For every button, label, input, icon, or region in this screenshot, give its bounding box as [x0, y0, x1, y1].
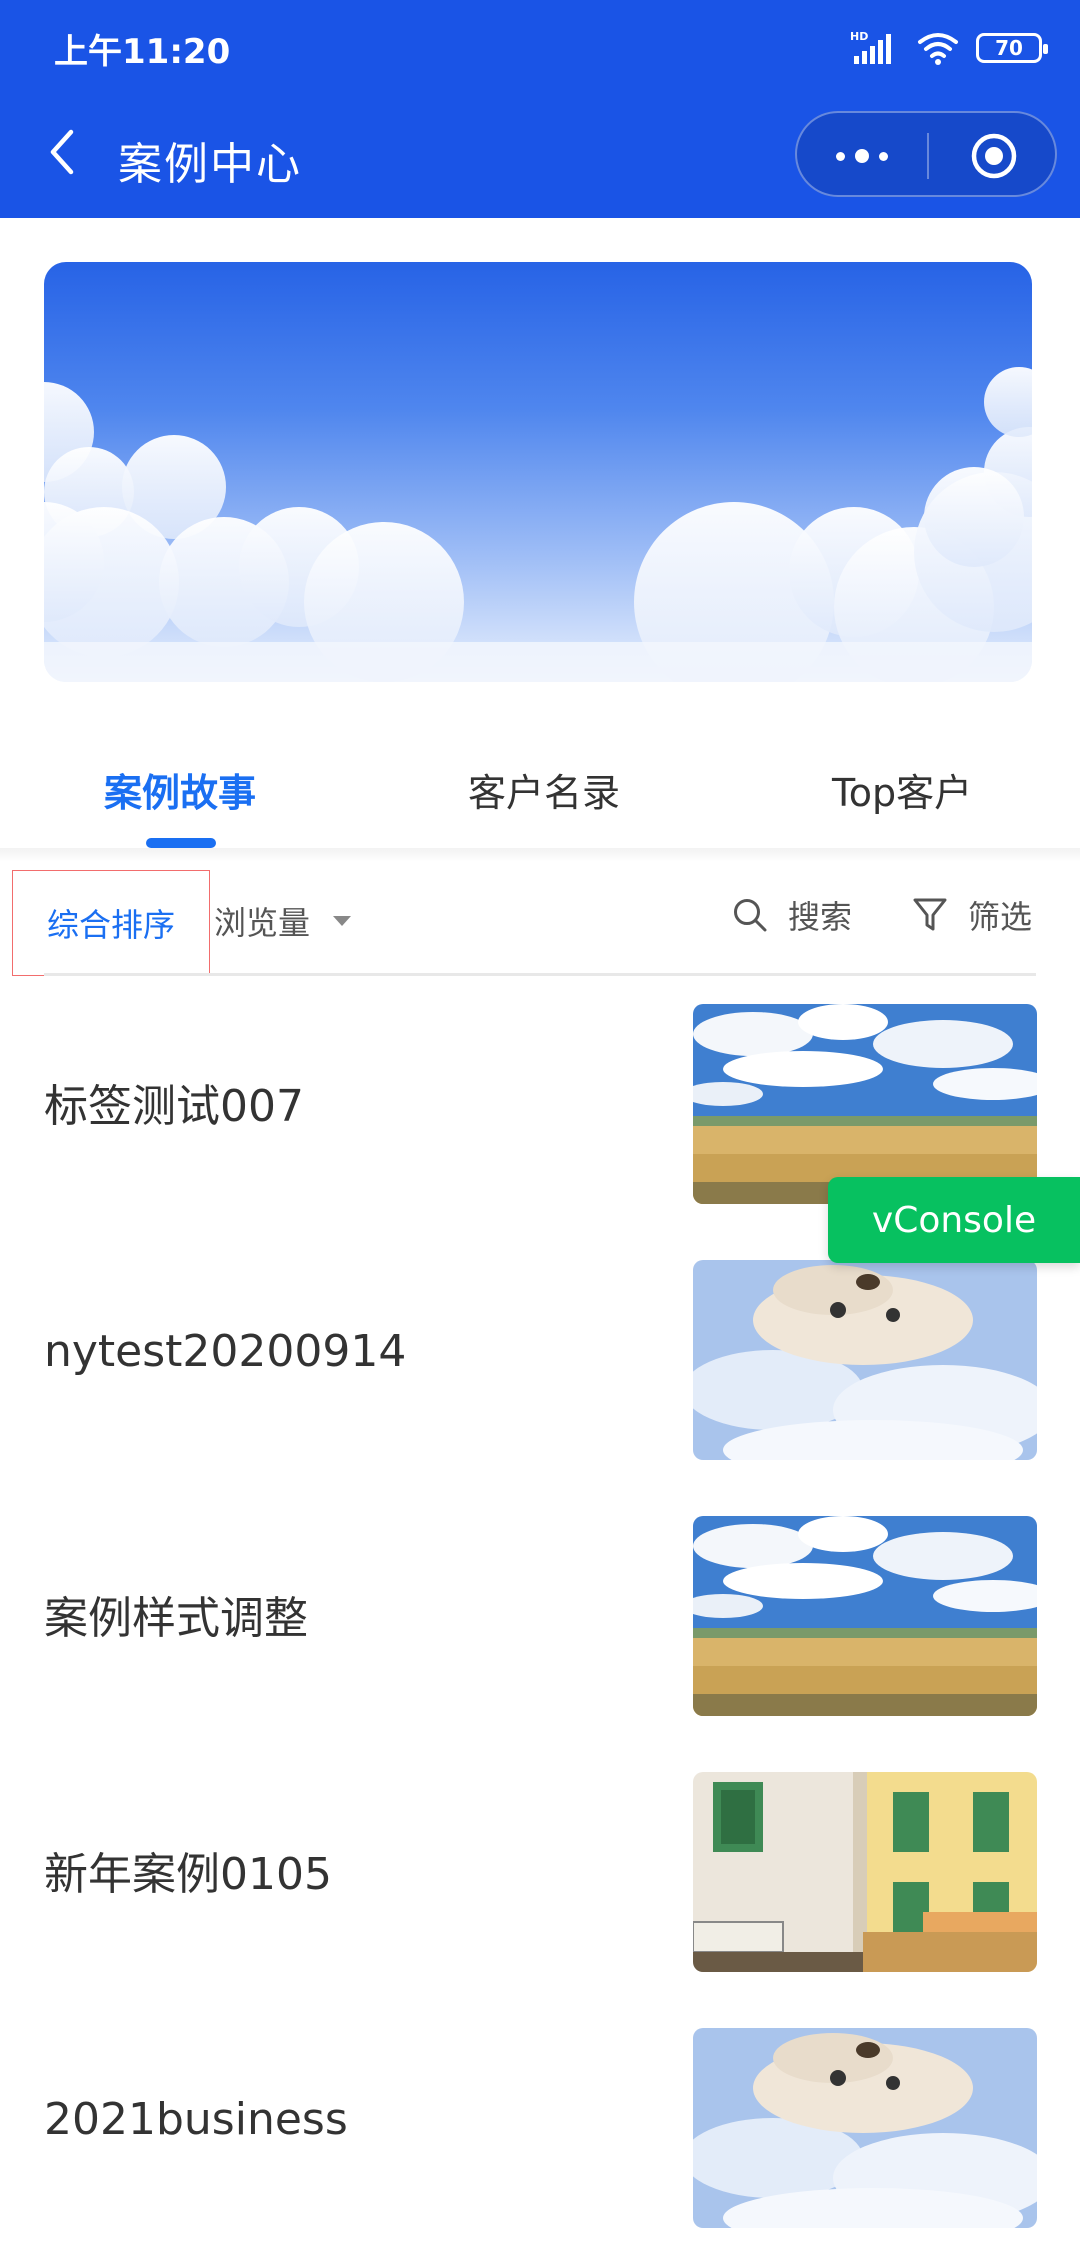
filter-button[interactable]: 筛选: [912, 892, 1032, 938]
miniapp-capsule: [795, 111, 1057, 197]
network-type-label: HD: [850, 30, 868, 43]
views-sort-button[interactable]: 浏览量: [214, 898, 352, 944]
case-title: nytest20200914: [44, 1326, 407, 1377]
signal-icon: HD: [850, 30, 900, 66]
case-thumbnail: [693, 1772, 1037, 1972]
search-icon: [734, 899, 767, 932]
dog-clouds-image: [693, 2028, 1037, 2228]
back-button[interactable]: [36, 122, 88, 182]
street-buildings-image: [693, 1772, 1037, 1972]
case-title: 案例样式调整: [44, 1593, 308, 1644]
more-button[interactable]: [797, 113, 927, 199]
case-thumbnail: [693, 1260, 1037, 1460]
list-item[interactable]: 案例样式调整: [0, 1492, 1080, 1748]
filter-label: 筛选: [968, 898, 1033, 936]
caret-down-icon: [333, 916, 352, 926]
app-header: 上午11:20 HD 70 案例中心: [0, 0, 1080, 218]
tab-customer-directory[interactable]: 客户名录: [468, 762, 620, 817]
page-title: 案例中心: [118, 139, 302, 190]
vconsole-button[interactable]: vConsole: [828, 1177, 1080, 1263]
comprehensive-sort-button[interactable]: 综合排序: [12, 870, 210, 976]
case-title: 新年案例0105: [44, 1849, 332, 1900]
tabs-shadow: [0, 848, 1080, 862]
case-thumbnail: [693, 2028, 1037, 2228]
search-button[interactable]: 搜索: [732, 892, 852, 938]
nav-bar: 案例中心: [0, 96, 1080, 218]
search-label: 搜索: [788, 898, 853, 936]
views-sort-label: 浏览量: [214, 904, 311, 942]
banner-image[interactable]: [44, 262, 1032, 682]
chevron-left-icon: [50, 129, 74, 175]
more-dot-icon: [855, 149, 869, 163]
filter-divider: [44, 973, 1036, 976]
status-time: 上午11:20: [54, 32, 231, 72]
status-bar: 上午11:20 HD 70: [0, 0, 1080, 96]
wheat-field-image: [693, 1004, 1037, 1204]
tab-case-stories[interactable]: 案例故事: [104, 762, 256, 817]
target-circle-icon: [971, 133, 1017, 179]
filter-row: 综合排序 浏览量 搜索 筛选: [0, 862, 1080, 976]
close-miniapp-button[interactable]: [929, 113, 1059, 199]
wheat-field-image: [693, 1516, 1037, 1716]
case-thumbnail: [693, 1516, 1037, 1716]
list-item[interactable]: 新年案例0105: [0, 1748, 1080, 2004]
more-dot-icon: [879, 151, 888, 161]
more-dot-icon: [836, 151, 845, 161]
category-tabs: 案例故事 客户名录 Top客户: [0, 720, 1080, 848]
case-title: 标签测试007: [44, 1081, 304, 1132]
comprehensive-sort-label: 综合排序: [46, 906, 175, 944]
active-tab-indicator: [146, 838, 216, 848]
funnel-icon: [913, 898, 947, 931]
dog-clouds-image: [693, 1260, 1037, 1460]
list-item[interactable]: 2021business: [0, 2004, 1080, 2260]
list-item[interactable]: nytest20200914: [0, 1236, 1080, 1492]
wifi-icon: [916, 30, 960, 66]
case-title: 2021business: [44, 2094, 348, 2145]
case-thumbnail: [693, 1004, 1037, 1204]
battery-icon: 70: [976, 33, 1048, 63]
battery-level: 70: [995, 36, 1023, 60]
tab-top-customers[interactable]: Top客户: [832, 762, 972, 817]
status-icons: HD 70: [850, 28, 1048, 68]
